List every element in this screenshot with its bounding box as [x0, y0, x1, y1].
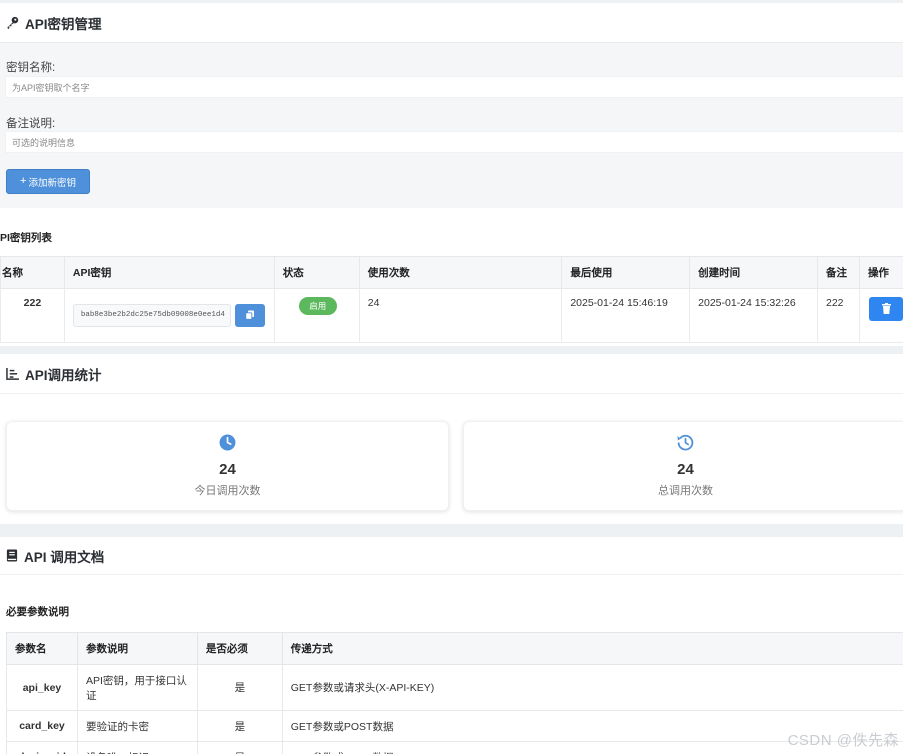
created-cell: 2025-01-24 15:32:26: [689, 288, 818, 343]
key-note-input[interactable]: 可选的说明信息: [5, 131, 903, 153]
today-calls-label: 今日调用次数: [194, 485, 261, 497]
add-key-button[interactable]: + 添加新密钥: [6, 169, 90, 194]
key-list-panel: PI密钥列表 名称 API密钥 状态 使用次数 最后使用 创建时间 备注 操作 …: [0, 208, 903, 346]
col-status: 状态: [273, 256, 360, 289]
key-value-cell: bab8e3be2b2dc25e75db09008e0ee1d4: [63, 288, 275, 343]
col-param-required: 是否必须: [196, 632, 283, 665]
plus-icon: +: [20, 175, 27, 187]
col-created: 创建时间: [689, 256, 818, 289]
stats-title: API调用统计: [25, 367, 102, 383]
col-uses: 使用次数: [358, 256, 563, 289]
key-name-label: 密钥名称:: [6, 62, 56, 74]
param-desc: 设备唯一标识: [76, 741, 198, 754]
key-icon: [7, 16, 19, 29]
key-list-title: PI密钥列表: [0, 232, 52, 244]
docs-panel: API 调用文档 必要参数说明 参数名 参数说明 是否必须 传递方式 api_k…: [0, 537, 903, 754]
clock-icon: [219, 434, 236, 451]
param-name: device_id: [6, 741, 78, 754]
status-cell: 启用: [273, 288, 360, 343]
status-badge: 启用: [298, 297, 337, 315]
col-note: 备注: [816, 256, 860, 289]
note-cell: 222: [816, 288, 860, 343]
key-manager-header: API密钥管理: [0, 3, 903, 43]
param-desc: API密钥，用于接口认证: [76, 664, 198, 711]
key-name-cell: 222: [0, 288, 65, 343]
today-calls-card: 24 今日调用次数: [6, 421, 449, 511]
total-calls-value: 24: [677, 461, 694, 478]
docs-header: API 调用文档: [0, 537, 903, 575]
history-icon: [677, 434, 694, 451]
watermark: CSDN @佚先森: [787, 732, 899, 749]
param-required: 是: [196, 664, 283, 711]
col-param-name: 参数名: [6, 632, 78, 665]
today-calls-value: 24: [219, 461, 236, 478]
book-icon: [6, 549, 18, 562]
param-required: 是: [196, 710, 283, 742]
key-name-input[interactable]: 为API密钥取个名字: [5, 76, 903, 98]
copy-key-button[interactable]: [234, 304, 265, 327]
total-calls-card: 24 总调用次数: [463, 421, 903, 511]
table-row: card_key 要验证的卡密 是 GET参数或POST数据: [6, 710, 903, 742]
param-required: 是: [196, 741, 283, 754]
stats-panel: API调用统计 24 今日调用次数 24 总调用次数: [0, 354, 903, 524]
params-title: 必要参数说明: [6, 606, 69, 618]
delete-key-button[interactable]: [868, 297, 903, 321]
col-key: API密钥: [63, 256, 275, 289]
docs-title: API 调用文档: [24, 549, 105, 565]
param-method: GET参数或请求头(X-API-KEY): [281, 664, 903, 711]
col-param-method: 传递方式: [281, 632, 903, 665]
param-desc: 要验证的卡密: [76, 710, 198, 742]
add-key-label: 添加新密钥: [28, 177, 76, 189]
key-manager-title: API密钥管理: [25, 16, 102, 32]
uses-cell: 24: [358, 288, 563, 343]
col-name: 名称: [0, 256, 65, 289]
table-row: 222 bab8e3be2b2dc25e75db09008e0ee1d4 启用 …: [0, 288, 903, 343]
table-row: device_id 设备唯一标识 是 GET参数或POST数据: [6, 741, 903, 754]
last-used-cell: 2025-01-24 15:46:19: [561, 288, 691, 343]
param-name: card_key: [6, 710, 78, 742]
chart-icon: [6, 367, 19, 380]
param-name: api_key: [6, 664, 78, 711]
total-calls-label: 总调用次数: [658, 485, 713, 497]
col-action: 操作: [858, 256, 903, 289]
col-param-desc: 参数说明: [76, 632, 198, 665]
stats-header: API调用统计: [0, 354, 903, 394]
col-last-used: 最后使用: [561, 256, 691, 289]
key-table: 名称 API密钥 状态 使用次数 最后使用 创建时间 备注 操作 222 bab…: [0, 256, 903, 343]
key-manager-panel: API密钥管理 密钥名称: 为API密钥取个名字 备注说明: 可选的说明信息 +…: [0, 3, 903, 208]
action-cell: [858, 288, 903, 343]
key-table-header: 名称 API密钥 状态 使用次数 最后使用 创建时间 备注 操作: [0, 256, 903, 289]
params-table-header: 参数名 参数说明 是否必须 传递方式: [6, 632, 903, 665]
trash-icon: [881, 303, 891, 314]
api-key-field[interactable]: bab8e3be2b2dc25e75db09008e0ee1d4: [72, 304, 231, 327]
copy-icon: [245, 310, 254, 320]
table-row: api_key API密钥，用于接口认证 是 GET参数或请求头(X-API-K…: [6, 664, 903, 711]
key-note-label: 备注说明:: [6, 118, 56, 130]
params-table: 参数名 参数说明 是否必须 传递方式 api_key API密钥，用于接口认证 …: [6, 632, 903, 754]
